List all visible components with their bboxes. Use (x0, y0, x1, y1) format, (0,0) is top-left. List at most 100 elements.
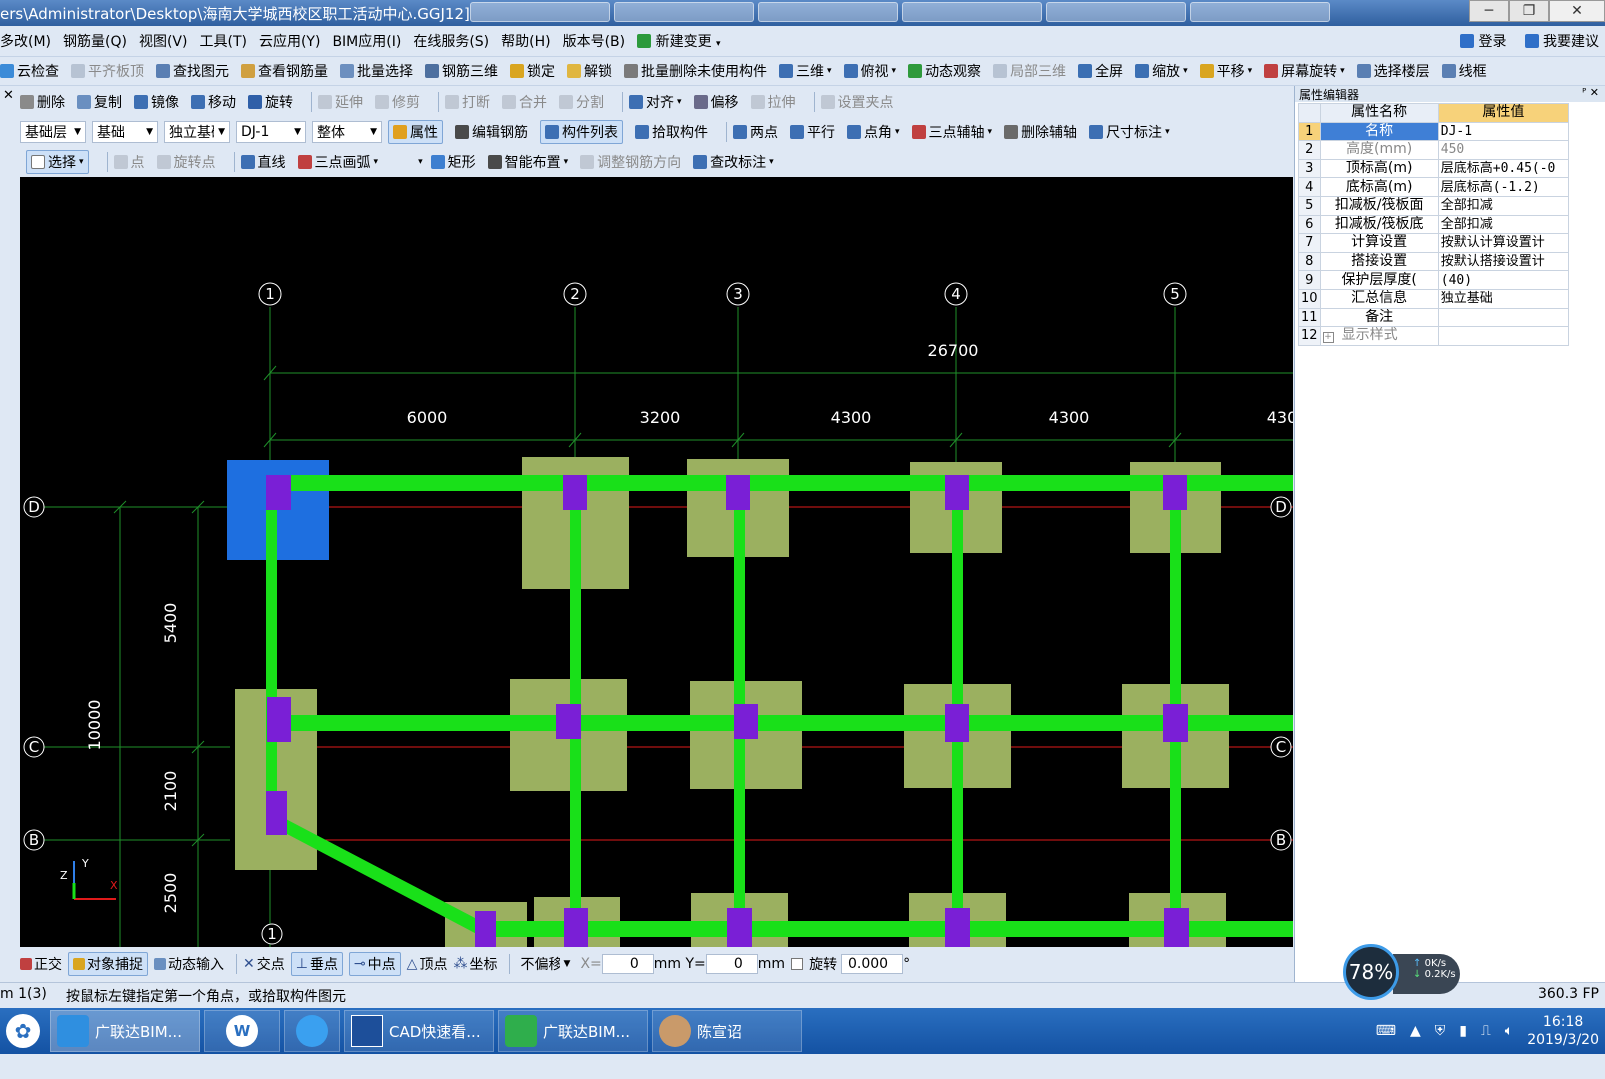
edit-rebar-button[interactable]: 编辑钢筋 (455, 122, 528, 142)
rebar-3d-button[interactable]: 钢筋三维 (425, 61, 498, 81)
rotate-point-button[interactable]: 旋转点 (156, 152, 216, 172)
beam-d[interactable] (278, 475, 1293, 491)
task-wps[interactable]: W (204, 1010, 280, 1052)
row-value[interactable]: 独立基础 (1437, 288, 1570, 309)
component-name-select[interactable]: DJ-1 ▼ (236, 121, 306, 143)
row-value[interactable]: 全部扣减 (1437, 195, 1570, 216)
property-row[interactable]: 7 计算设置 按默认计算设置计 (1298, 233, 1570, 253)
row-name-expandable[interactable]: + 显示样式 (1319, 326, 1439, 346)
menu-rebar-quantity[interactable]: 钢筋量(Q) (63, 31, 127, 51)
keyboard-icon[interactable]: ⌨ (1376, 1023, 1396, 1039)
menu-help[interactable]: 帮助(H) (501, 31, 550, 51)
menu-online[interactable]: 在线服务(S) (413, 31, 489, 51)
row-value[interactable]: 层底标高+0.45(-0 (1437, 158, 1570, 179)
battery-icon[interactable]: ▮ (1459, 1023, 1467, 1039)
column[interactable] (945, 475, 969, 510)
copy-button[interactable]: 复制 (77, 92, 122, 112)
network-speed-widget[interactable]: ↑ 0K/s ↓ 0.2K/s 78% (1343, 944, 1460, 1000)
ortho-toggle[interactable]: 正交 (20, 954, 62, 974)
property-row[interactable]: 5 扣减板/筏板面 全部扣减 (1298, 195, 1570, 216)
row-value[interactable]: DJ-1 (1437, 121, 1570, 142)
browser-tab[interactable] (614, 2, 754, 22)
top-view-button[interactable]: 俯视 ▾ (843, 61, 896, 81)
mirror-button[interactable]: 镜像 (134, 92, 179, 112)
line-button[interactable]: 直线 (240, 152, 286, 172)
expand-icon[interactable]: + (1322, 332, 1334, 344)
align-slab-top-button[interactable]: 平齐板顶 (71, 61, 144, 81)
rectangle-button[interactable]: 矩形 (430, 152, 476, 172)
column[interactable] (475, 911, 496, 947)
local-3d-button[interactable]: 局部三维 (993, 61, 1066, 81)
property-row[interactable]: 6 扣减板/筏板底 全部扣减 (1298, 214, 1570, 235)
midpoint-snap-toggle[interactable]: ⊸ 中点 (348, 952, 401, 976)
point-angle-button[interactable]: 点角 ▾ (847, 122, 900, 142)
browser-tab[interactable] (470, 2, 610, 22)
unlock-button[interactable]: 解锁 (567, 61, 612, 81)
smart-layout-button[interactable]: 智能布置 ▾ (487, 152, 568, 172)
select-button[interactable]: 选择 ▾ (26, 150, 89, 174)
task-chat-user[interactable]: 陈宣诏 (652, 1010, 802, 1052)
column[interactable] (267, 697, 291, 742)
maximize-button[interactable]: ❐ (1509, 0, 1549, 22)
row-value[interactable]: 按默认搭接设置计 (1437, 251, 1570, 272)
column[interactable] (1163, 475, 1187, 510)
component-list-button[interactable]: 构件列表 (540, 120, 623, 144)
rotate-checkbox[interactable] (791, 958, 804, 970)
row-value[interactable] (1437, 326, 1570, 346)
pin-close-icons[interactable]: ᴾ ✕ (1582, 86, 1599, 99)
menu-view[interactable]: 视图(V) (139, 31, 188, 51)
menu-new-change[interactable]: 新建变更 ▾ (637, 31, 721, 51)
floor-select[interactable]: 基础层 ▼ (20, 121, 86, 143)
menu-bim[interactable]: BIM应用(I) (332, 31, 401, 51)
column[interactable] (726, 475, 750, 510)
minimize-button[interactable]: ─ (1469, 0, 1509, 22)
stretch-button[interactable]: 拉伸 (750, 92, 796, 112)
properties-button[interactable]: 属性 (388, 120, 443, 144)
menu-version[interactable]: 版本号(B) (563, 31, 626, 51)
cloud-check-button[interactable]: 云检查 (0, 61, 59, 81)
break-button[interactable]: 打断 (445, 92, 490, 112)
dynamic-input-toggle[interactable]: 动态输入 (154, 954, 224, 974)
object-snap-toggle[interactable]: 对象捕捉 (68, 952, 148, 976)
lock-button[interactable]: 锁定 (510, 61, 555, 81)
row-value[interactable]: 450 (1437, 140, 1570, 160)
dimension-button[interactable]: 尺寸标注 ▾ (1089, 122, 1170, 142)
property-row[interactable]: 11 备注 (1298, 307, 1570, 328)
column[interactable] (1164, 908, 1189, 947)
fullscreen-button[interactable]: 全屏 (1078, 61, 1123, 81)
pick-component-button[interactable]: 拾取构件 (635, 122, 708, 142)
zoom-button[interactable]: 缩放 ▾ (1135, 61, 1188, 81)
menu-cloud[interactable]: 云应用(Y) (259, 31, 320, 51)
property-row[interactable]: 8 搭接设置 按默认搭接设置计 (1298, 251, 1570, 272)
screen-rotate-button[interactable]: 屏幕旋转 ▾ (1264, 61, 1345, 81)
move-button[interactable]: 移动 (191, 92, 236, 112)
property-row[interactable]: 4 底标高(m) 层底标高(-1.2) (1298, 177, 1570, 197)
start-button[interactable]: ✿ (0, 1008, 46, 1054)
pan-button[interactable]: 平移 ▾ (1199, 61, 1252, 81)
vertex-snap-toggle[interactable]: △ 顶点 (407, 954, 448, 974)
suggest-button[interactable]: 我要建议 (1524, 31, 1599, 51)
property-row[interactable]: 2 高度(mm) 450 (1298, 140, 1570, 160)
chevron-down-icon[interactable]: ▾ (418, 157, 423, 167)
drawing-canvas[interactable]: 1 2 3 4 5 D C B D C B 1 26700 6000 3200 … (20, 177, 1293, 947)
point-button[interactable]: 点 (113, 152, 145, 172)
find-element-button[interactable]: 查找图元 (156, 61, 229, 81)
wireframe-button[interactable]: 线框 (1441, 61, 1487, 81)
offset-select[interactable]: 不偏移 ▼ (516, 953, 575, 975)
align-button[interactable]: 对齐 ▾ (629, 92, 682, 112)
offset-button[interactable]: 偏移 (693, 92, 739, 112)
category-select[interactable]: 基础 ▼ (92, 121, 158, 143)
column[interactable] (945, 908, 970, 947)
shield-icon[interactable]: ⛨ (1435, 1023, 1446, 1039)
task-glodon-bim-2[interactable]: 广联达BIM... (498, 1010, 648, 1052)
menu-tools[interactable]: 工具(T) (199, 31, 246, 51)
rotate-input[interactable]: 0.000 (841, 954, 904, 974)
beam-axis-1-upper[interactable] (266, 482, 277, 727)
adjust-rebar-direction-button[interactable]: 调整钢筋方向 (580, 152, 681, 172)
set-grip-button[interactable]: 设置夹点 (820, 92, 894, 112)
volume-icon[interactable]: 🔈︎ (1505, 1023, 1513, 1039)
beam-c[interactable] (278, 715, 1293, 731)
menu-modify[interactable]: 多改(M) (0, 31, 51, 51)
three-point-axis-button[interactable]: 三点辅轴 ▾ (911, 122, 992, 142)
row-value[interactable]: 按默认计算设置计 (1437, 233, 1570, 253)
